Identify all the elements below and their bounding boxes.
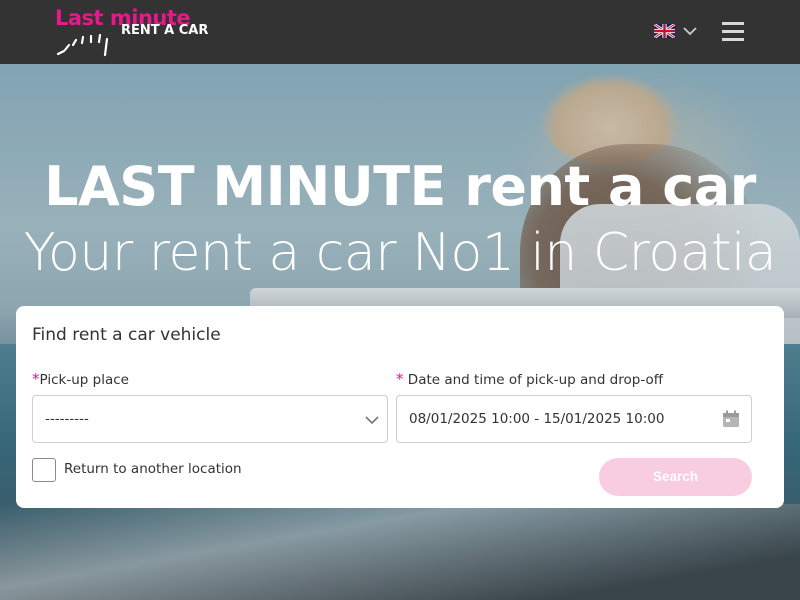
pickup-place-label: *Pick-up place	[32, 370, 129, 389]
return-another-location-label[interactable]: Return to another location	[64, 460, 242, 478]
search-button[interactable]: Search	[599, 458, 752, 496]
language-selector[interactable]	[654, 22, 700, 42]
speedometer-icon	[56, 33, 109, 57]
date-range-input[interactable]: 08/01/2025 10:00 - 15/01/2025 10:00	[396, 395, 752, 443]
chevron-down-icon	[365, 416, 379, 425]
pickup-place-label-text: Pick-up place	[39, 372, 129, 388]
site-header: Last minute RENT A CAR	[0, 0, 800, 64]
pickup-place-select[interactable]: ---------	[32, 395, 388, 443]
uk-flag-icon	[654, 24, 675, 38]
required-marker: *	[396, 370, 404, 388]
chevron-down-icon	[683, 27, 697, 36]
date-range-label-text: Date and time of pick-up and drop-off	[407, 372, 664, 388]
date-range-label: * Date and time of pick-up and drop-off	[396, 370, 663, 389]
hamburger-menu-icon[interactable]	[720, 19, 746, 45]
return-another-location-checkbox[interactable]	[32, 458, 56, 482]
search-form-card: Find rent a car vehicle *Pick-up place -…	[16, 306, 784, 508]
date-range-value: 08/01/2025 10:00 - 15/01/2025 10:00	[409, 411, 665, 427]
pickup-place-value: ---------	[45, 411, 89, 427]
site-logo[interactable]: Last minute RENT A CAR	[55, 6, 215, 58]
logo-line2: RENT A CAR	[121, 23, 209, 38]
calendar-icon[interactable]	[721, 409, 741, 429]
search-form-title: Find rent a car vehicle	[32, 325, 221, 345]
hero-subtitle: Your rent a car No1 in Croatia	[23, 223, 777, 283]
required-marker: *	[32, 370, 40, 388]
hero-title: LAST MINUTE rent a car	[44, 155, 756, 218]
